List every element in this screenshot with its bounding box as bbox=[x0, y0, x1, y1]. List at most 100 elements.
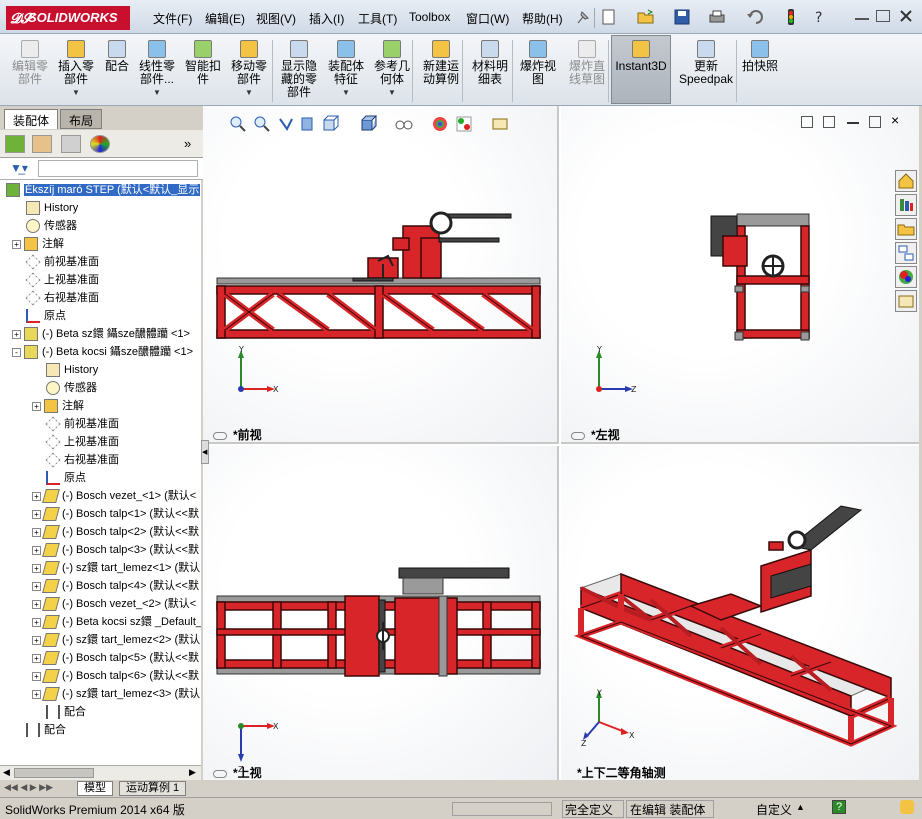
tree-item[interactable]: + 注解 bbox=[12, 235, 64, 253]
tree-item[interactable]: 前视基准面 bbox=[25, 253, 99, 271]
view-settings-icon[interactable] bbox=[491, 115, 509, 133]
view-orientation-icon[interactable] bbox=[321, 115, 340, 133]
solidworks-logo[interactable]: 𝓓𝓢 SOLIDWORKS bbox=[6, 6, 130, 30]
filter-icon[interactable]: ▼̲▾ bbox=[10, 161, 28, 175]
appearances-scenes-icon[interactable] bbox=[895, 266, 917, 288]
collapse-panel-handle[interactable]: ◀ bbox=[201, 440, 209, 464]
ribbon-button-4[interactable]: 智能扣 件 bbox=[180, 38, 226, 102]
tree-item[interactable]: + (-) Bosch talp<6> (默认<<默 bbox=[32, 667, 199, 685]
scroll-left-arrow-icon[interactable]: ◀ bbox=[3, 767, 10, 778]
design-library-icon[interactable] bbox=[895, 194, 917, 216]
apply-scene-icon[interactable] bbox=[455, 115, 473, 133]
expand-icon[interactable]: + bbox=[12, 329, 21, 339]
ribbon-button-5[interactable]: 移动零 部件 ▼ bbox=[226, 38, 272, 102]
tree-item[interactable]: Ékszíj maró STEP (默认<默认_显示 bbox=[6, 181, 201, 199]
collapse-icon[interactable]: - bbox=[12, 347, 21, 357]
edit-appearance-icon[interactable] bbox=[431, 115, 449, 133]
ribbon-button-9[interactable]: 新建运 动算例 bbox=[416, 38, 466, 102]
tree-item[interactable]: 配合 bbox=[46, 703, 86, 721]
new-document-icon[interactable] bbox=[600, 9, 618, 25]
tree-item[interactable]: History bbox=[46, 361, 98, 379]
ribbon-button-14[interactable]: 更新 Speedpak bbox=[676, 38, 736, 102]
expand-icon[interactable]: + bbox=[32, 509, 41, 519]
menu-help[interactable]: 帮助(H) bbox=[522, 10, 563, 27]
scrollbar-thumb[interactable] bbox=[14, 768, 94, 778]
menu-tools[interactable]: 工具(T) bbox=[358, 10, 397, 27]
viewport-top[interactable]: X Z *上视 bbox=[203, 446, 559, 780]
menu-insert[interactable]: 插入(I) bbox=[309, 10, 344, 27]
save-icon[interactable] bbox=[674, 9, 692, 25]
tree-item[interactable]: + (-) sz鐶 tart_lemez<3> (默认 bbox=[32, 685, 200, 703]
filter-input[interactable] bbox=[38, 160, 198, 177]
tree-item[interactable]: 原点 bbox=[46, 469, 86, 487]
expand-icon[interactable]: + bbox=[32, 617, 41, 627]
expand-icon[interactable]: + bbox=[32, 599, 41, 609]
tree-item[interactable]: 右视基准面 bbox=[45, 451, 119, 469]
tab-assembly[interactable]: 装配体 bbox=[4, 109, 59, 129]
status-units[interactable]: 自定义 bbox=[756, 801, 792, 818]
menu-edit[interactable]: 编辑(E) bbox=[205, 10, 245, 27]
link-views-icon[interactable] bbox=[213, 769, 227, 778]
zoom-to-fit-icon[interactable] bbox=[229, 115, 247, 133]
expand-icon[interactable]: + bbox=[32, 527, 41, 537]
tree-item[interactable]: + (-) Bosch vezet_<1> (默认< bbox=[32, 487, 196, 505]
display-style-icon[interactable] bbox=[359, 115, 378, 133]
help-status-icon[interactable]: ? bbox=[832, 800, 846, 814]
tab-layout[interactable]: 布局 bbox=[60, 109, 103, 129]
custom-properties-icon[interactable] bbox=[895, 290, 917, 312]
ribbon-button-1[interactable]: 插入零 部件 ▼ bbox=[52, 38, 100, 102]
ribbon-button-11[interactable]: 爆炸视 图 bbox=[514, 38, 562, 102]
home-icon[interactable] bbox=[895, 170, 917, 192]
tag-icon[interactable] bbox=[900, 800, 914, 814]
ribbon-button-12[interactable]: 爆炸直 线草图 bbox=[562, 38, 612, 102]
ribbon-button-2[interactable]: 配合 bbox=[100, 38, 134, 102]
scroll-right-arrow-icon[interactable]: ▶ bbox=[189, 767, 196, 778]
tree-item[interactable]: 前视基准面 bbox=[45, 415, 119, 433]
help-question-icon[interactable]: ? bbox=[812, 9, 830, 26]
configuration-manager-icon[interactable] bbox=[61, 135, 81, 153]
tree-item[interactable]: + (-) Bosch talp<2> (默认<<默 bbox=[32, 523, 199, 541]
tree-item[interactable]: + (-) Bosch talp<5> (默认<<默 bbox=[32, 649, 199, 667]
feature-manager-icon[interactable] bbox=[5, 135, 25, 153]
viewport-left[interactable]: × Y Z *左视 bbox=[561, 106, 919, 444]
tree-item[interactable]: + (-) Bosch talp<1> (默认<<默 bbox=[32, 505, 199, 523]
expand-icon[interactable]: + bbox=[32, 491, 41, 501]
print-icon[interactable] bbox=[708, 9, 726, 25]
minimize-icon[interactable] bbox=[855, 10, 869, 20]
property-manager-icon[interactable] bbox=[32, 135, 52, 153]
chevron-down-icon[interactable]: ▼ bbox=[324, 86, 368, 99]
undo-icon[interactable] bbox=[746, 9, 764, 25]
previous-view-icon[interactable] bbox=[277, 115, 295, 133]
expand-icon[interactable]: + bbox=[32, 671, 41, 681]
tree-item[interactable]: + (-) Beta kocsi sz鐶 _Default_/ bbox=[32, 613, 201, 631]
tab-model[interactable]: 模型 bbox=[77, 781, 113, 796]
tree-item[interactable]: + (-) sz鐶 tart_lemez<1> (默认 bbox=[32, 559, 200, 577]
graphics-area[interactable]: Y X *前视 × Y Z *左视 X Z *上视 Y X Z *上下二等角轴测 bbox=[203, 106, 919, 780]
viewport-isometric[interactable]: Y X Z *上下二等角轴测 bbox=[561, 446, 919, 780]
close-icon[interactable] bbox=[898, 8, 916, 24]
expand-icon[interactable]: + bbox=[32, 563, 41, 573]
menu-window[interactable]: 窗口(W) bbox=[466, 10, 509, 27]
tree-item[interactable]: + (-) sz鐶 tart_lemez<2> (默认 bbox=[32, 631, 200, 649]
tree-horizontal-scrollbar[interactable]: ◀ ▶ bbox=[0, 765, 201, 780]
tab-nav-arrows-icon[interactable]: ◀◀ ◀ ▶ ▶▶ bbox=[4, 782, 53, 793]
tree-item[interactable]: History bbox=[26, 199, 78, 217]
ribbon-button-6[interactable]: 显示隐 藏的零 部件 bbox=[274, 38, 324, 102]
ribbon-button-10[interactable]: 材料明 细表 bbox=[466, 38, 514, 102]
tree-item[interactable]: 传感器 bbox=[46, 379, 97, 397]
pin-icon[interactable] bbox=[574, 9, 592, 25]
tree-item[interactable]: 上视基准面 bbox=[25, 271, 99, 289]
link-views-icon[interactable] bbox=[213, 431, 227, 440]
chevron-down-icon[interactable]: ▼ bbox=[52, 86, 100, 99]
tree-item[interactable]: - (-) Beta kocsi 鑷sze醲體躪 <1> bbox=[12, 343, 193, 361]
expand-icon[interactable]: + bbox=[12, 239, 21, 249]
ribbon-button-8[interactable]: 参考几 何体 ▼ bbox=[368, 38, 416, 102]
expand-icon[interactable]: + bbox=[32, 635, 41, 645]
tree-item[interactable]: + 注解 bbox=[32, 397, 84, 415]
tree-item[interactable]: 配合 bbox=[26, 721, 66, 739]
viewport-front[interactable]: Y X *前视 bbox=[203, 106, 559, 444]
menu-view[interactable]: 视图(V) bbox=[256, 10, 296, 27]
tree-item[interactable]: + (-) Bosch talp<4> (默认<<默 bbox=[32, 577, 199, 595]
chevron-down-icon[interactable]: ▼ bbox=[226, 86, 272, 99]
open-folder-icon[interactable] bbox=[637, 9, 655, 25]
